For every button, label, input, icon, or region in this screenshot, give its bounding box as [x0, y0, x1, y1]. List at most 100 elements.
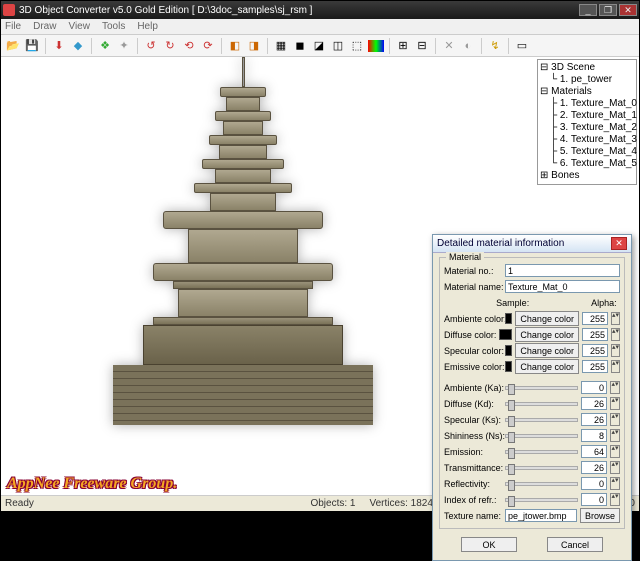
slider[interactable] — [505, 402, 578, 406]
tree-mat[interactable]: Texture_Mat_1 — [571, 110, 637, 121]
tool-icon[interactable]: ⊟ — [414, 38, 430, 54]
spin-icon[interactable]: ▴▾ — [610, 381, 620, 394]
tree-materials[interactable]: Materials — [551, 86, 592, 97]
slider-value[interactable] — [581, 461, 607, 474]
slider[interactable] — [505, 450, 578, 454]
slider-label: Index of refr.: — [444, 495, 502, 505]
tool-icon[interactable]: ✕ — [441, 38, 457, 54]
slider-value[interactable] — [581, 413, 607, 426]
wireframe-icon[interactable]: ▦ — [273, 38, 289, 54]
toolbar: 📂 💾 ⬇ ◆ ❖ ✦ ↺ ↻ ⟲ ⟳ ◧ ◨ ▦ ◼ ◪ ◫ ⬚ ⊞ ⊟ ✕ … — [1, 35, 639, 57]
slider[interactable] — [505, 482, 578, 486]
slider[interactable] — [505, 466, 578, 470]
matno-input[interactable] — [505, 264, 620, 277]
slider-label: Diffuse (Kd): — [444, 399, 502, 409]
ok-button[interactable]: OK — [461, 537, 517, 552]
rotate-icon[interactable]: ↻ — [162, 38, 178, 54]
tree-model[interactable]: pe_tower — [571, 74, 612, 85]
slider-value[interactable] — [581, 381, 607, 394]
color-swatch — [505, 345, 512, 356]
tool-icon[interactable]: ↯ — [487, 38, 503, 54]
tool-icon[interactable]: ✦ — [116, 38, 132, 54]
alpha-input[interactable] — [582, 360, 608, 373]
scene-tree[interactable]: ⊟ 3D Scene └ 1. pe_tower ⊟ Materials ├ 1… — [537, 59, 637, 185]
slider[interactable] — [505, 386, 578, 390]
spin-icon[interactable]: ▴▾ — [610, 445, 620, 458]
matname-input[interactable] — [505, 280, 620, 293]
tool-icon[interactable]: ⊞ — [395, 38, 411, 54]
menu-view[interactable]: View — [68, 21, 90, 32]
color-label: Diffuse color: — [444, 330, 496, 340]
tool-icon[interactable]: ◐ — [460, 38, 476, 54]
model-pagoda — [113, 57, 373, 477]
tool-icon[interactable]: ◆ — [70, 38, 86, 54]
menu-help[interactable]: Help — [137, 21, 158, 32]
tool-icon[interactable]: ◨ — [246, 38, 262, 54]
minimize-button[interactable]: _ — [579, 4, 597, 16]
slider-value[interactable] — [581, 477, 607, 490]
tree-mat[interactable]: Texture_Mat_4 — [571, 146, 637, 157]
menu-tools[interactable]: Tools — [102, 21, 125, 32]
cube-icon[interactable]: ◫ — [330, 38, 346, 54]
window-title: 3D Object Converter v5.0 Gold Edition [ … — [19, 5, 579, 16]
color-icon[interactable] — [368, 40, 384, 52]
change-color-button[interactable]: Change color — [515, 359, 579, 374]
slider-value[interactable] — [581, 397, 607, 410]
slider[interactable] — [505, 418, 578, 422]
dialog-close-button[interactable]: ✕ — [611, 237, 627, 250]
spin-icon[interactable]: ▴▾ — [610, 493, 620, 506]
change-color-button[interactable]: Change color — [515, 343, 579, 358]
spin-icon[interactable]: ▴▾ — [610, 429, 620, 442]
texname-label: Texture name: — [444, 511, 502, 521]
close-button[interactable]: ✕ — [619, 4, 637, 16]
slider[interactable] — [505, 498, 578, 502]
slider-value[interactable] — [581, 445, 607, 458]
spin-icon[interactable]: ▴▾ — [611, 312, 620, 325]
tree-mat[interactable]: Texture_Mat_3 — [571, 134, 637, 145]
spin-icon[interactable]: ▴▾ — [611, 344, 620, 357]
status-ready: Ready — [5, 498, 34, 509]
solid-icon[interactable]: ◼ — [292, 38, 308, 54]
slider-value[interactable] — [581, 493, 607, 506]
spin-icon[interactable]: ▴▾ — [610, 397, 620, 410]
spin-icon[interactable]: ▴▾ — [611, 360, 620, 373]
maximize-button[interactable]: ❐ — [599, 4, 617, 16]
alpha-input[interactable] — [582, 328, 608, 341]
tool-icon[interactable]: ⬇ — [51, 38, 67, 54]
tool-icon[interactable]: ❖ — [97, 38, 113, 54]
slider-label: Ambiente (Ka): — [444, 383, 502, 393]
color-label: Ambiente color: — [444, 314, 502, 324]
tree-mat[interactable]: Texture_Mat_5 — [571, 158, 637, 169]
spin-icon[interactable]: ▴▾ — [610, 477, 620, 490]
alpha-input[interactable] — [582, 312, 608, 325]
shade-icon[interactable]: ◪ — [311, 38, 327, 54]
tree-mat[interactable]: Texture_Mat_0 — [571, 98, 637, 109]
tool-icon[interactable]: ◧ — [227, 38, 243, 54]
slider-label: Specular (Ks): — [444, 415, 502, 425]
change-color-button[interactable]: Change color — [515, 311, 579, 326]
browse-button[interactable]: Browse — [580, 508, 620, 523]
tree-scene[interactable]: 3D Scene — [551, 62, 595, 73]
rotate-icon[interactable]: ⟲ — [181, 38, 197, 54]
menu-draw[interactable]: Draw — [33, 21, 56, 32]
spin-icon[interactable]: ▴▾ — [610, 461, 620, 474]
menu-file[interactable]: File — [5, 21, 21, 32]
cancel-button[interactable]: Cancel — [547, 537, 603, 552]
slider-label: Reflectivity: — [444, 479, 502, 489]
tree-mat[interactable]: Texture_Mat_2 — [571, 122, 637, 133]
rotate-icon[interactable]: ⟳ — [200, 38, 216, 54]
texname-input[interactable] — [505, 509, 577, 522]
spin-icon[interactable]: ▴▾ — [611, 328, 620, 341]
cube-icon[interactable]: ⬚ — [349, 38, 365, 54]
alpha-input[interactable] — [582, 344, 608, 357]
rotate-icon[interactable]: ↺ — [143, 38, 159, 54]
slider[interactable] — [505, 434, 578, 438]
slider-value[interactable] — [581, 429, 607, 442]
tool-icon[interactable]: ▭ — [514, 38, 530, 54]
matname-label: Material name: — [444, 282, 502, 292]
open-icon[interactable]: 📂 — [5, 38, 21, 54]
spin-icon[interactable]: ▴▾ — [610, 413, 620, 426]
save-icon[interactable]: 💾 — [24, 38, 40, 54]
change-color-button[interactable]: Change color — [515, 327, 579, 342]
tree-bones[interactable]: Bones — [551, 170, 579, 181]
